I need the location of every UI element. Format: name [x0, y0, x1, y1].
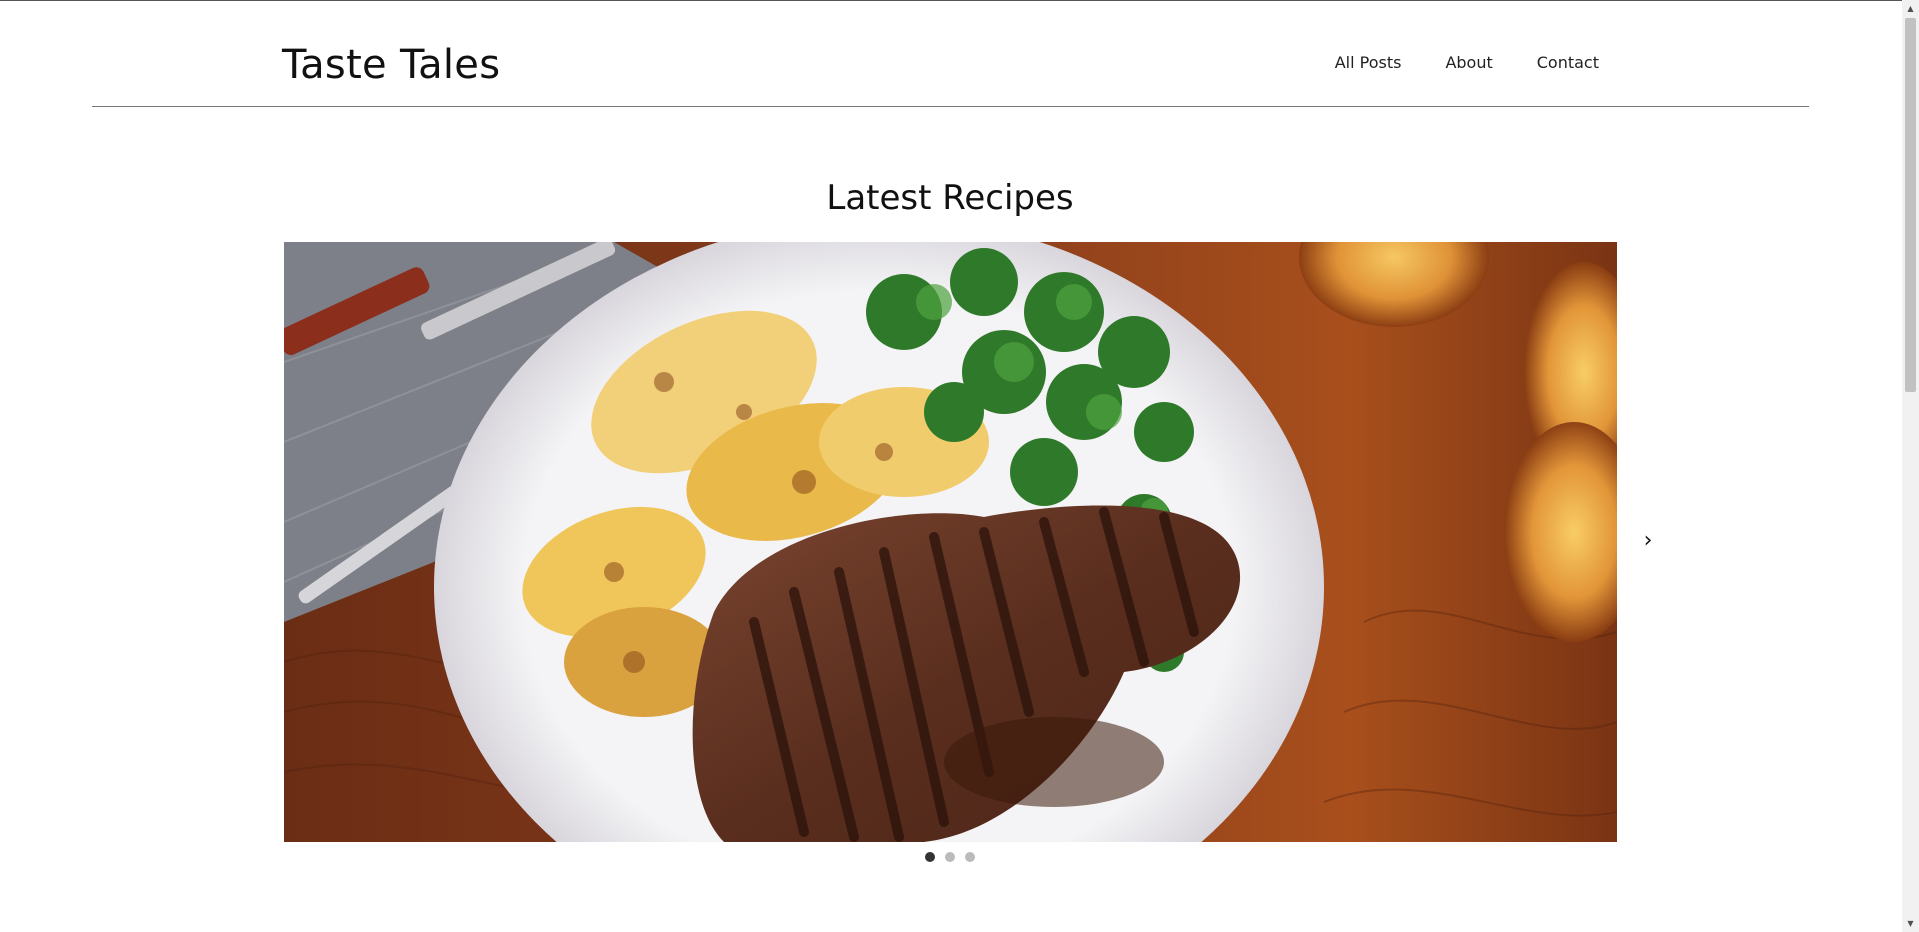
page-scrollbar[interactable]: ▲ ▼ [1902, 0, 1919, 932]
section-title: Latest Recipes [826, 177, 1074, 218]
site-header: Taste Tales All Posts About Contact [92, 1, 1809, 107]
scroll-up-icon[interactable]: ▲ [1902, 0, 1919, 17]
main-nav: All Posts About Contact [1335, 53, 1599, 72]
site-logo[interactable]: Taste Tales [282, 41, 500, 89]
scrollbar-thumb[interactable] [1905, 18, 1916, 392]
carousel-pagination [0, 852, 1900, 862]
nav-contact[interactable]: Contact [1537, 53, 1599, 72]
carousel-next-button[interactable]: › [1636, 526, 1660, 554]
carousel-dot-1[interactable] [925, 852, 935, 862]
nav-about[interactable]: About [1445, 53, 1492, 72]
nav-all-posts[interactable]: All Posts [1335, 53, 1402, 72]
carousel-slide-image[interactable] [284, 242, 1617, 842]
carousel-dot-2[interactable] [945, 852, 955, 862]
carousel-dot-3[interactable] [965, 852, 975, 862]
chevron-right-icon: › [1643, 527, 1653, 553]
scroll-down-icon[interactable]: ▼ [1902, 915, 1919, 932]
recipe-carousel[interactable] [284, 242, 1617, 842]
